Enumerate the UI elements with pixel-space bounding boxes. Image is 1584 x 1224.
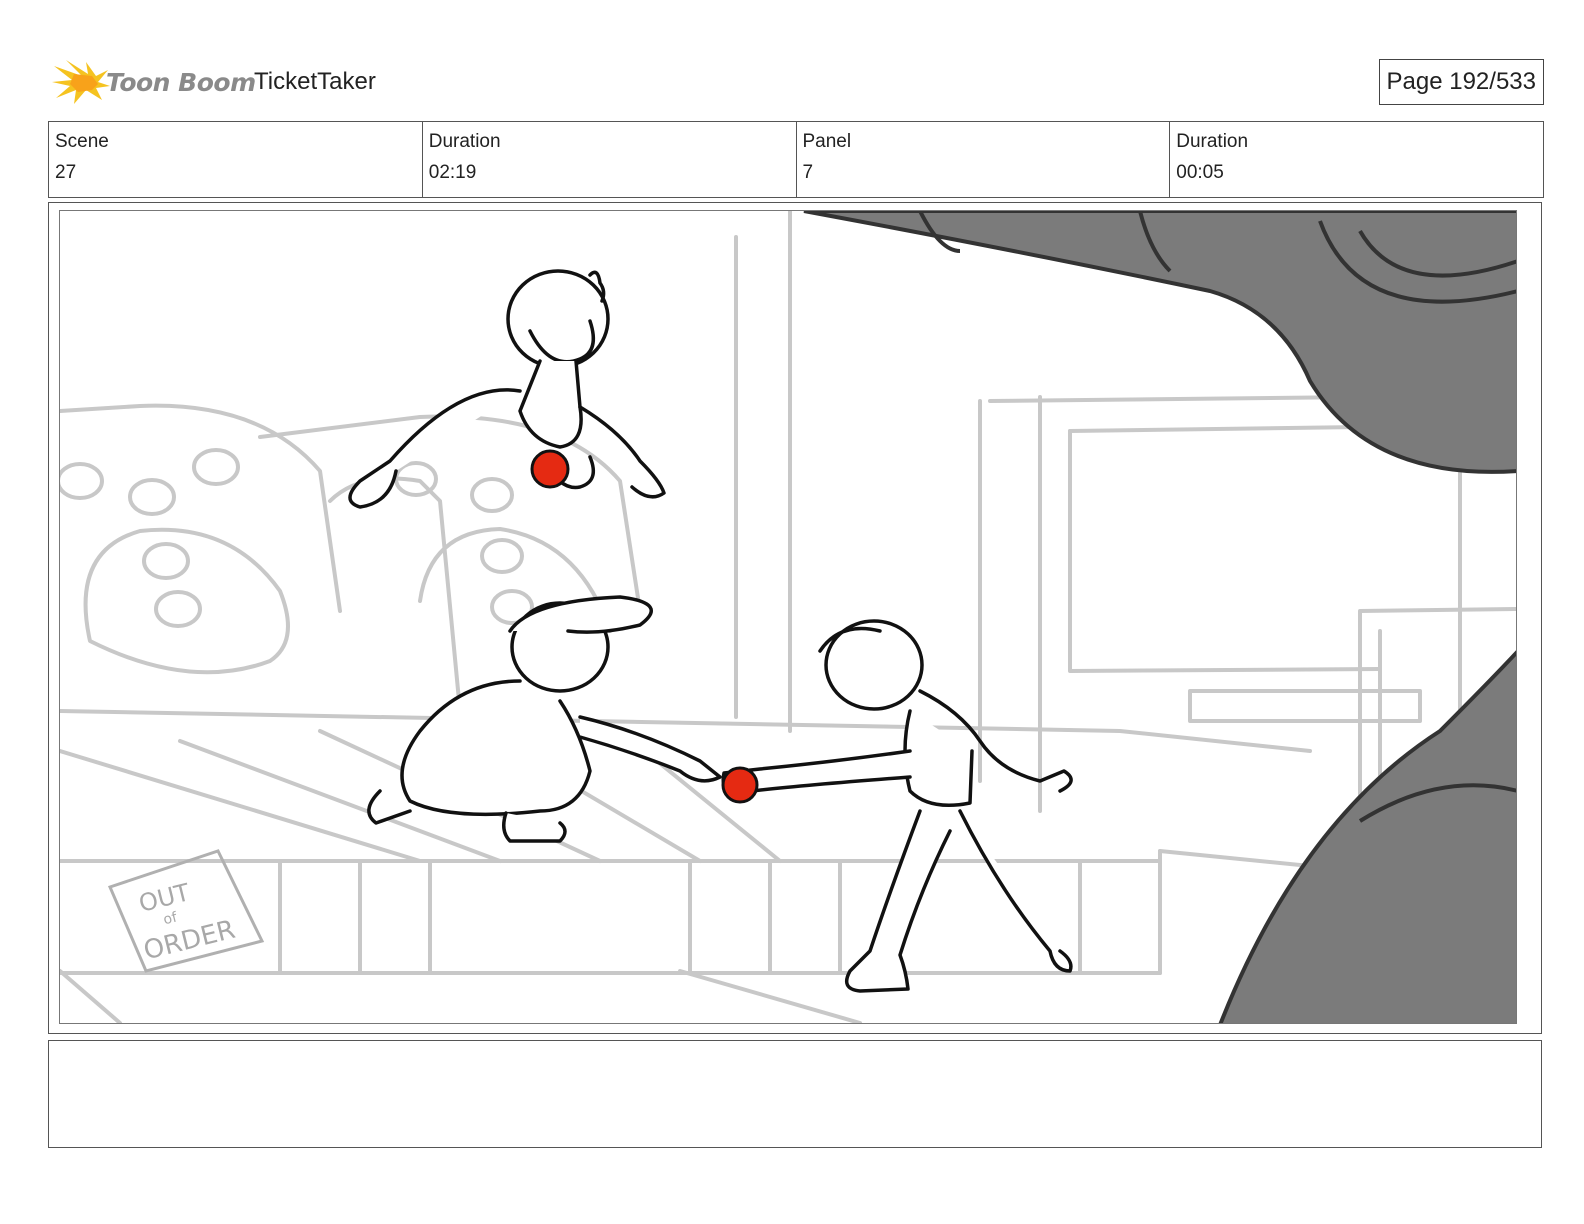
red-ball-top: [530, 449, 570, 489]
logo-wordmark: Toon Boom: [106, 68, 256, 97]
scene-duration-label: Duration: [428, 131, 501, 152]
kid-jumping: [348, 269, 666, 509]
starburst-icon: [52, 60, 110, 104]
panel-cell: Panel 7: [795, 122, 1170, 197]
red-ball-middle: [721, 766, 759, 804]
panel-value: 7: [802, 162, 814, 183]
page-header: Toon Boom TicketTaker Page 192/533: [48, 54, 1544, 112]
project-title: TicketTaker: [254, 68, 376, 95]
panel-label: Panel: [802, 131, 852, 152]
out-of-order-sign: OUT of ORDER: [107, 849, 265, 973]
panel-duration-label: Duration: [1176, 131, 1249, 152]
girl-reaching: [721, 619, 1073, 993]
panel-duration-value: 00:05: [1176, 162, 1224, 183]
svg-text:of: of: [162, 909, 180, 928]
panel-info-table: Scene 27 Duration 02:19 Panel 7 Duration…: [48, 121, 1544, 198]
toon-boom-logo: Toon Boom: [52, 58, 256, 108]
page-indicator: Page 192/533: [1378, 59, 1544, 105]
scene-label: Scene: [55, 131, 109, 152]
storyboard-panel-image: OUT of ORDER: [59, 210, 1517, 1024]
panel-drawing: OUT of ORDER: [60, 211, 1516, 1023]
storyboard-panel-frame: OUT of ORDER: [48, 202, 1542, 1034]
panel-notes-box: [48, 1040, 1542, 1148]
scene-cell: Scene 27: [49, 122, 422, 197]
scene-duration-cell: Duration 02:19: [421, 122, 796, 197]
panel-duration-cell: Duration 00:05: [1169, 122, 1543, 197]
scene-duration-value: 02:19: [428, 162, 477, 183]
scene-value: 27: [55, 162, 77, 183]
